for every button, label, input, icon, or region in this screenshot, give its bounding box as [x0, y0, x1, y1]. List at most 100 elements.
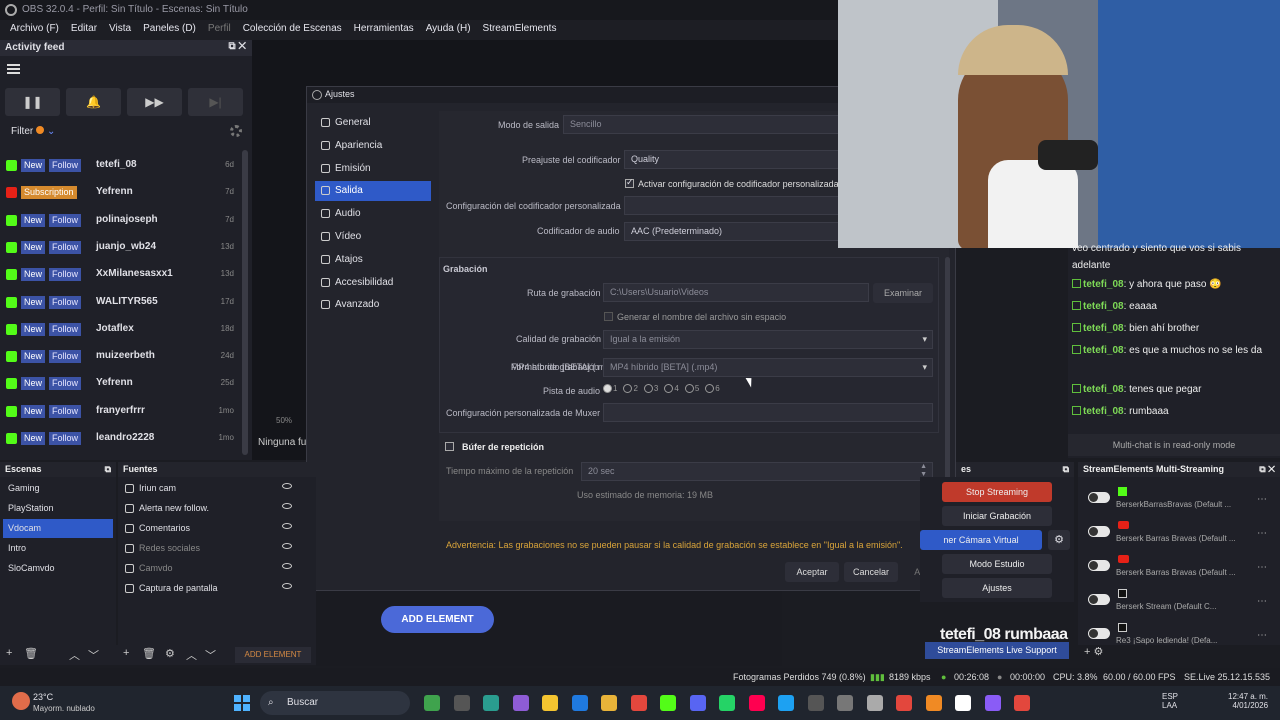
feed-item[interactable]: New Follow Yefrenn 25d	[0, 370, 244, 397]
menu-item-2[interactable]: Vista	[103, 20, 137, 40]
clock[interactable]: 12:47 a. m. 4/01/2026	[1228, 692, 1268, 710]
rec-quality-select[interactable]: Igual a la emisión ▾	[603, 330, 933, 349]
source-item[interactable]: Redes sociales	[125, 541, 295, 559]
settings-nav-emisión[interactable]: Emisión	[315, 159, 431, 179]
audio-track-radios[interactable]: 1 2 3 4 5 6	[597, 384, 720, 394]
feed-scrollbar[interactable]	[242, 150, 248, 455]
feed-item[interactable]: New Follow leandro2228 1mo	[0, 425, 244, 452]
more-options-icon[interactable]: ⋯	[1257, 494, 1267, 505]
feed-item[interactable]: Subscription Yefrenn 7d	[0, 179, 244, 206]
more-options-icon[interactable]: ⋯	[1257, 562, 1267, 573]
pause-button[interactable]: ❚❚	[5, 88, 60, 116]
hamburger-menu-icon[interactable]	[7, 64, 20, 74]
audio-track-radio[interactable]	[643, 384, 653, 394]
more-options-icon[interactable]: ⋯	[1257, 528, 1267, 539]
feed-item[interactable]: New Follow XxMilanesasxx1 13d	[0, 261, 244, 288]
rec-path-input[interactable]: C:\Users\Usuario\Videos	[603, 283, 869, 302]
target-toggle[interactable]	[1088, 560, 1110, 571]
taskbar-app-icon[interactable]	[601, 695, 617, 711]
skip-alert-button[interactable]: ▶▶	[127, 88, 182, 116]
scene-item[interactable]: PlayStation	[3, 499, 113, 518]
menu-item-6[interactable]: Herramientas	[348, 20, 420, 40]
visibility-eye-icon[interactable]	[282, 483, 292, 489]
target-toggle[interactable]	[1088, 526, 1110, 537]
visibility-eye-icon[interactable]	[282, 503, 292, 509]
add-element-button[interactable]: ADD ELEMENT	[381, 606, 494, 633]
source-settings-icon[interactable]: ⚙	[165, 647, 175, 660]
replay-buffer-checkbox[interactable]	[445, 442, 454, 451]
feed-item[interactable]: New Follow franyerfrrr 1mo	[0, 398, 244, 425]
custom-encoder-checkbox[interactable]: ✓	[625, 177, 634, 188]
add-source-icon[interactable]: +	[123, 647, 129, 659]
taskbar-app-icon[interactable]	[424, 695, 440, 711]
remove-scene-icon[interactable]: 🗑	[24, 647, 38, 660]
feed-settings-gear-icon[interactable]	[230, 125, 242, 137]
scene-item[interactable]: Intro	[3, 539, 113, 558]
settings-nav-apariencia[interactable]: Apariencia	[315, 136, 431, 156]
multistream-target[interactable]: Re3 ¡Sapo ledienda! (Defa... ⋯	[1080, 620, 1275, 650]
keyboard-lang[interactable]: ESP LAA	[1162, 692, 1178, 710]
windows-start-icon[interactable]	[234, 695, 250, 711]
settings-nav-accesibilidad[interactable]: Accesibilidad	[315, 273, 431, 293]
multistream-target[interactable]: BerserkBarrasBravas (Default ... ⋯	[1080, 484, 1275, 514]
feed-item[interactable]: New Follow polinajoseph 7d	[0, 207, 244, 234]
taskbar-search[interactable]: Buscar	[260, 691, 410, 715]
taskbar-app-icon[interactable]	[837, 695, 853, 711]
visibility-eye-icon[interactable]	[282, 563, 292, 569]
virtual-camera-button[interactable]: ner Cámara Virtual	[920, 530, 1042, 550]
target-toggle[interactable]	[1088, 594, 1110, 605]
gen-name-checkbox[interactable]	[604, 312, 613, 321]
move-down-icon[interactable]: ﹀	[88, 647, 99, 663]
taskbar-app-icon[interactable]	[984, 695, 1001, 711]
mute-alerts-button[interactable]: 🔔	[66, 88, 121, 116]
menu-item-7[interactable]: Ayuda (H)	[420, 20, 477, 40]
menu-item-5[interactable]: Colección de Escenas	[237, 20, 348, 40]
taskbar-app-icon[interactable]	[925, 695, 942, 711]
target-toggle[interactable]	[1088, 628, 1110, 639]
audio-track-radio[interactable]	[603, 384, 612, 394]
move-up-icon[interactable]: ︿	[69, 647, 80, 663]
source-item[interactable]: Camvdo	[125, 561, 295, 579]
scene-item[interactable]: SloCamvdo	[3, 559, 113, 578]
remove-source-icon[interactable]: 🗑	[142, 647, 156, 660]
taskbar-app-icon[interactable]	[896, 695, 912, 711]
feed-item[interactable]: New Follow juanjo_wb24 13d	[0, 234, 244, 261]
menu-item-1[interactable]: Editar	[65, 20, 103, 40]
scene-item[interactable]: Vdocam	[3, 519, 113, 538]
settings-nav-audio[interactable]: Audio	[315, 204, 431, 224]
settings-nav-avanzado[interactable]: Avanzado	[315, 295, 431, 315]
visibility-eye-icon[interactable]	[282, 523, 292, 529]
taskbar-app-icon[interactable]	[955, 695, 971, 711]
menu-item-3[interactable]: Paneles (D)	[137, 20, 202, 40]
settings-nav-atajos[interactable]: Atajos	[315, 250, 431, 270]
feed-item[interactable]: New Follow WALITYR565 17d	[0, 289, 244, 316]
dock-float-close-icons[interactable]: ⧉ ✕	[228, 41, 246, 52]
taskbar-app-icon[interactable]	[1014, 695, 1030, 711]
source-item[interactable]: Alerta new follow.	[125, 501, 295, 519]
replay-max-spin[interactable]: 20 sec ▲ ▼	[581, 462, 933, 481]
scene-item[interactable]: Gaming	[3, 479, 113, 498]
rec-format-select[interactable]: MP4 híbrido [BETA] (.mp4) ▾	[603, 358, 933, 377]
se-add-gear-icons[interactable]: + ⚙	[1084, 645, 1103, 658]
source-item[interactable]: Captura de pantalla	[125, 581, 295, 599]
taskbar-app-icon[interactable]	[719, 695, 735, 711]
taskbar-app-icon[interactable]	[807, 695, 824, 711]
audio-track-radio[interactable]	[705, 384, 715, 394]
source-item[interactable]: Iriun cam	[125, 481, 295, 499]
skip-end-button[interactable]: ▶|	[188, 88, 243, 116]
multistream-target[interactable]: Berserk Barras Bravas (Default ... ⋯	[1080, 552, 1275, 582]
output-mode-select[interactable]: Sencillo	[563, 115, 845, 134]
custom-encoder-input[interactable]	[624, 196, 845, 215]
menu-item-8[interactable]: StreamElements	[477, 20, 563, 40]
more-options-icon[interactable]: ⋯	[1257, 630, 1267, 641]
browse-button[interactable]: Examinar	[873, 283, 933, 303]
encoder-preset-select[interactable]: Quality	[624, 150, 845, 169]
add-element-small-button[interactable]: ADD ELEMENT	[235, 647, 311, 663]
cancel-button[interactable]: Cancelar	[844, 562, 898, 582]
add-scene-icon[interactable]: +	[6, 647, 12, 659]
target-toggle[interactable]	[1088, 492, 1110, 503]
stop-streaming-button[interactable]: Stop Streaming	[942, 482, 1052, 502]
taskbar-app-icon[interactable]	[689, 695, 706, 711]
start-recording-button[interactable]: Iniciar Grabación	[942, 506, 1052, 526]
audio-track-radio[interactable]	[623, 384, 633, 394]
